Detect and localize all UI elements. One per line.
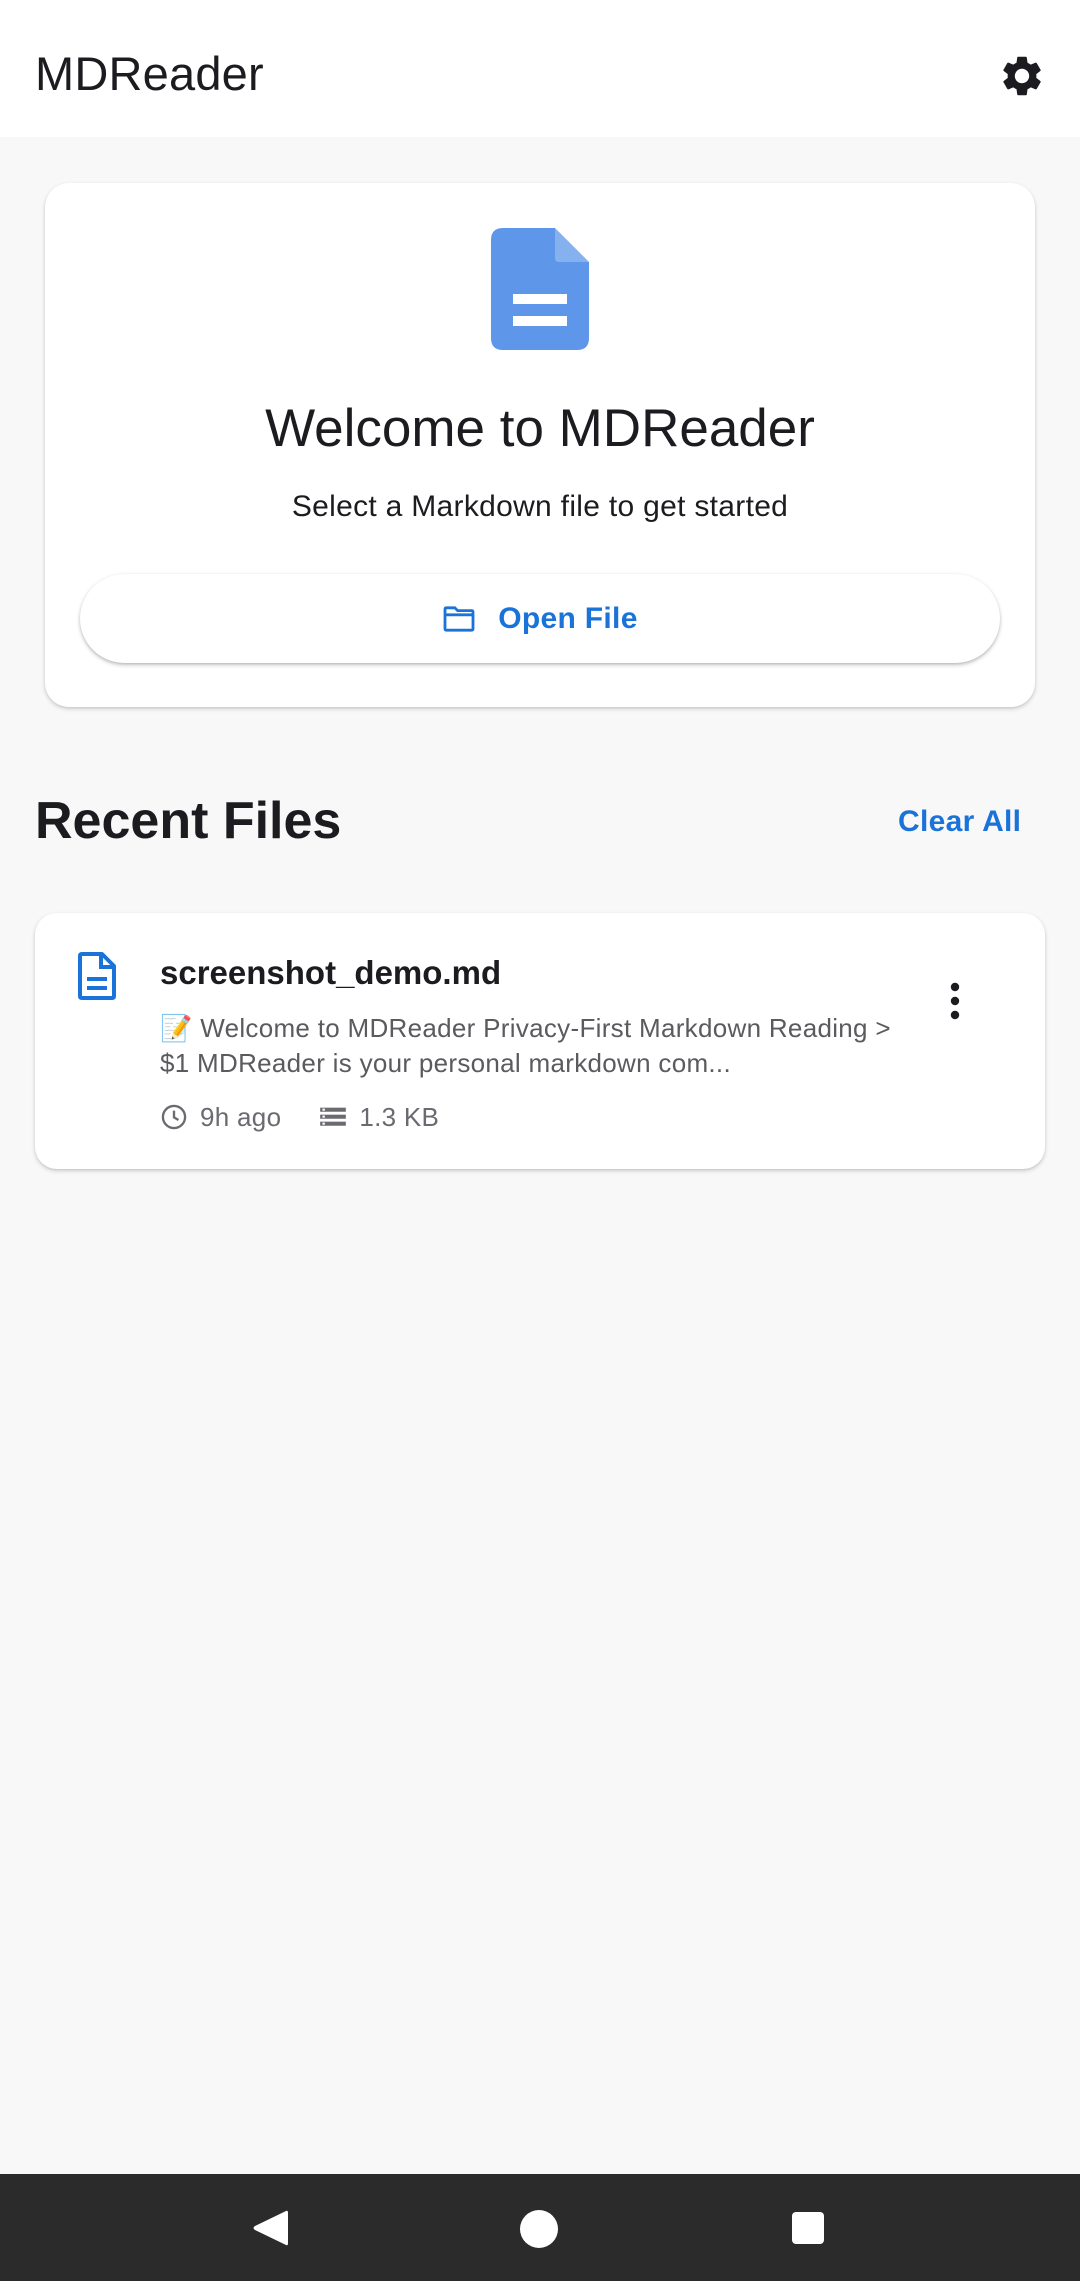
storage-icon [320,1107,347,1126]
file-size-label: 1.3 KB [359,1101,440,1132]
clear-all-button[interactable]: Clear All [898,805,1021,839]
welcome-subtitle: Select a Markdown file to get started [291,490,789,523]
recents-square-icon [792,2212,824,2244]
recent-files-title: Recent Files [35,792,342,850]
back-triangle-icon [253,2210,288,2246]
file-menu-button[interactable] [938,978,972,1024]
gear-icon [1003,56,1041,96]
settings-button[interactable] [996,50,1048,102]
open-file-label: Open File [498,601,638,635]
nav-recents-button[interactable] [790,2210,826,2246]
app-title: MDReader [35,47,264,100]
file-size: 1.3 KB [319,1102,439,1133]
document-icon [78,952,116,1000]
document-icon [491,228,589,350]
open-file-button[interactable]: Open File [80,574,1000,663]
home-circle-icon [520,2210,558,2248]
file-preview: 📝 Welcome to MDReader Privacy-First Mark… [160,1013,891,1078]
file-time-label: 9h ago [200,1101,282,1132]
clock-icon [161,1104,187,1130]
file-time: 9h ago [160,1102,281,1133]
nav-back-button[interactable] [250,2208,290,2248]
welcome-title: Welcome to MDReader [265,399,815,458]
file-name: screenshot_demo.md [160,954,502,991]
folder-icon [442,605,476,633]
app-bar: MDReader [0,0,1080,137]
more-vert-icon [950,982,960,1020]
file-meta: 9h ago 1.3 KB [160,1100,439,1134]
app-screen: MDReader Welcome to MDReader Select a Ma… [0,0,1080,2281]
nav-home-button[interactable] [518,2208,560,2250]
